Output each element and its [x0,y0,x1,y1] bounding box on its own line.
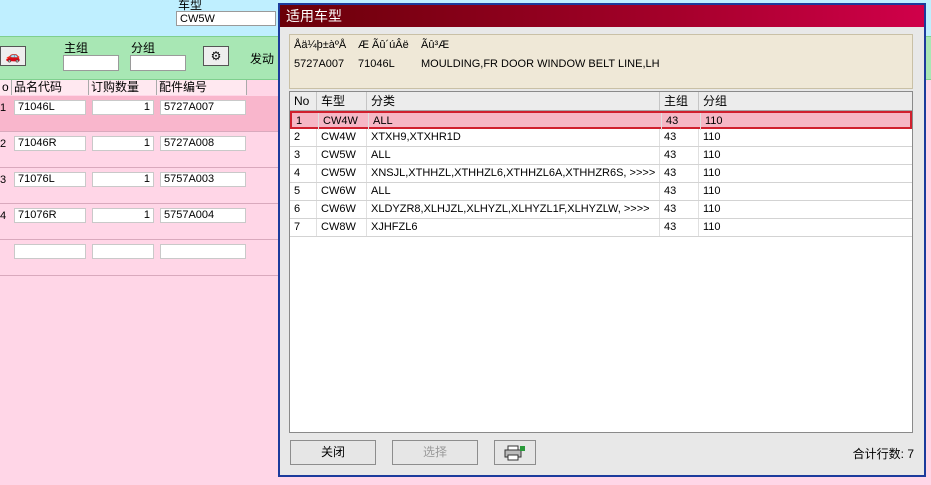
cell-sub-group: 110 [703,185,721,197]
cell-no: 4 [290,165,317,182]
engine-icon[interactable]: ⚙ [203,46,229,66]
code-cell[interactable]: 71076R [14,208,86,223]
col-code: 品名代码 [12,80,89,95]
grid-row[interactable]: 1 CW4W ALL 43 110 [290,111,912,130]
part-cell[interactable] [160,244,246,259]
cell-sub-group: 110 [705,115,723,127]
print-button[interactable] [494,440,536,465]
part-info-panel: Åä¼þ±àºÅ Æ Ãû´úÂë Ãû³Æ 5727A007 71046L M… [289,34,913,89]
dialog-title[interactable]: 适用车型 [280,5,924,27]
code-cell[interactable] [14,244,86,259]
info-name: MOULDING,FR DOOR WINDOW BELT LINE,LH [421,58,660,70]
qty-cell[interactable]: 1 [92,100,154,115]
cell-sub-group: 110 [703,167,721,179]
cell-model: CW5W [317,165,367,182]
table-row[interactable]: 1 71046L 1 5727A007 [0,96,280,132]
info-header-code: Æ Ãû´úÂë [358,39,409,51]
cell-main-group: 43 [660,201,699,218]
total-row-count: 合计行数: 7 [852,447,914,461]
cell-no: 5 [290,183,317,200]
col-category[interactable]: 分类 [367,92,660,110]
cell-model: CW6W [317,183,367,200]
table-row-empty[interactable] [0,240,280,276]
models-grid: No 车型 分类 主组 分组 1 CW4W ALL 43 110 2 CW4W … [289,91,913,433]
cell-model: CW8W [317,219,367,236]
cell-category: ALL [367,183,660,200]
col-model[interactable]: 车型 [317,92,367,110]
col-sub-group[interactable]: 分组 [699,92,912,110]
part-cell[interactable]: 5757A004 [160,208,246,223]
cell-category: XLDYZR8,XLHJZL,XLHYZL,XLHYZL1F,XLHYZLW, … [367,201,660,218]
code-cell[interactable]: 71076L [14,172,86,187]
cell-category: XNSJL,XTHHZL,XTHHZL6,XTHHZL6A,XTHHZR6S, … [367,165,660,182]
cell-model: CW4W [319,113,369,130]
qty-cell[interactable]: 1 [92,208,154,223]
grid-row[interactable]: 7 CW8W XJHFZL6 43 110 [290,219,912,237]
sub-group-input[interactable] [130,55,186,71]
cell-no: 3 [290,147,317,164]
info-part-number: 5727A007 [294,58,345,70]
part-cell[interactable]: 5757A003 [160,172,246,187]
part-cell[interactable]: 5727A007 [160,100,246,115]
grid-header: No 车型 分类 主组 分组 [290,92,912,111]
qty-cell[interactable] [92,244,154,259]
cell-sub-group: 110 [703,131,721,143]
col-qty: 订购数量 [89,80,157,95]
cell-no: 1 [292,113,319,130]
model-input[interactable]: CW5W [176,11,276,26]
col-main-group[interactable]: 主组 [660,92,699,110]
cell-main-group: 43 [660,219,699,236]
part-cell[interactable]: 5727A008 [160,136,246,151]
code-cell[interactable]: 71046L [14,100,86,115]
grid-row[interactable]: 4 CW5W XNSJL,XTHHZL,XTHHZL6,XTHHZL6A,XTH… [290,165,912,183]
info-code: 71046L [358,58,395,70]
cell-main-group: 43 [660,147,699,164]
grid-row[interactable]: 2 CW4W XTXH9,XTXHR1D 43 110 [290,129,912,147]
cell-model: CW5W [317,147,367,164]
code-cell[interactable]: 71046R [14,136,86,151]
col-no: o [0,80,12,95]
sub-group-label: 分组 [131,41,156,55]
main-group-label: 主组 [64,41,89,55]
qty-cell[interactable]: 1 [92,172,154,187]
row-no: 2 [0,138,7,150]
cell-main-group: 43 [660,165,699,182]
table-row[interactable]: 3 71076L 1 5757A003 [0,168,280,204]
cell-main-group: 43 [662,113,701,130]
cell-no: 7 [290,219,317,236]
info-header-part-number: Åä¼þ±àºÅ [294,39,347,51]
table-row[interactable]: 4 71076R 1 5757A004 [0,204,280,240]
grid-row[interactable]: 5 CW6W ALL 43 110 [290,183,912,201]
cell-category: ALL [367,147,660,164]
cell-category: XJHFZL6 [367,219,660,236]
qty-cell[interactable]: 1 [92,136,154,151]
engine-label: 发动 [250,52,275,66]
grid-row[interactable]: 3 CW5W ALL 43 110 [290,147,912,165]
cell-model: CW6W [317,201,367,218]
cell-main-group: 43 [660,129,699,146]
close-button[interactable]: 关闭 [290,440,376,465]
grid-row[interactable]: 6 CW6W XLDYZR8,XLHJZL,XLHYZL,XLHYZL1F,XL… [290,201,912,219]
row-no: 4 [0,210,7,222]
cell-model: CW4W [317,129,367,146]
cell-no: 2 [290,129,317,146]
select-button[interactable]: 选择 [392,440,478,465]
table-row[interactable]: 2 71046R 1 5727A008 [0,132,280,168]
cell-sub-group: 110 [703,203,721,215]
applicable-models-dialog: 适用车型 Åä¼þ±àºÅ Æ Ãû´úÂë Ãû³Æ 5727A007 710… [278,3,926,477]
row-no: 1 [0,102,7,114]
cell-main-group: 43 [660,183,699,200]
car-icon[interactable]: 🚗 [0,46,26,66]
cell-sub-group: 110 [703,221,721,233]
cell-category: XTXH9,XTXHR1D [367,129,660,146]
cell-no: 6 [290,201,317,218]
info-header-name: Ãû³Æ [421,39,450,51]
col-part: 配件编号 [157,80,247,95]
col-no[interactable]: No [290,92,317,110]
cell-category: ALL [369,113,662,130]
cell-sub-group: 110 [703,149,721,161]
row-no: 3 [0,174,7,186]
main-group-input[interactable] [63,55,119,71]
printer-icon [504,445,525,461]
